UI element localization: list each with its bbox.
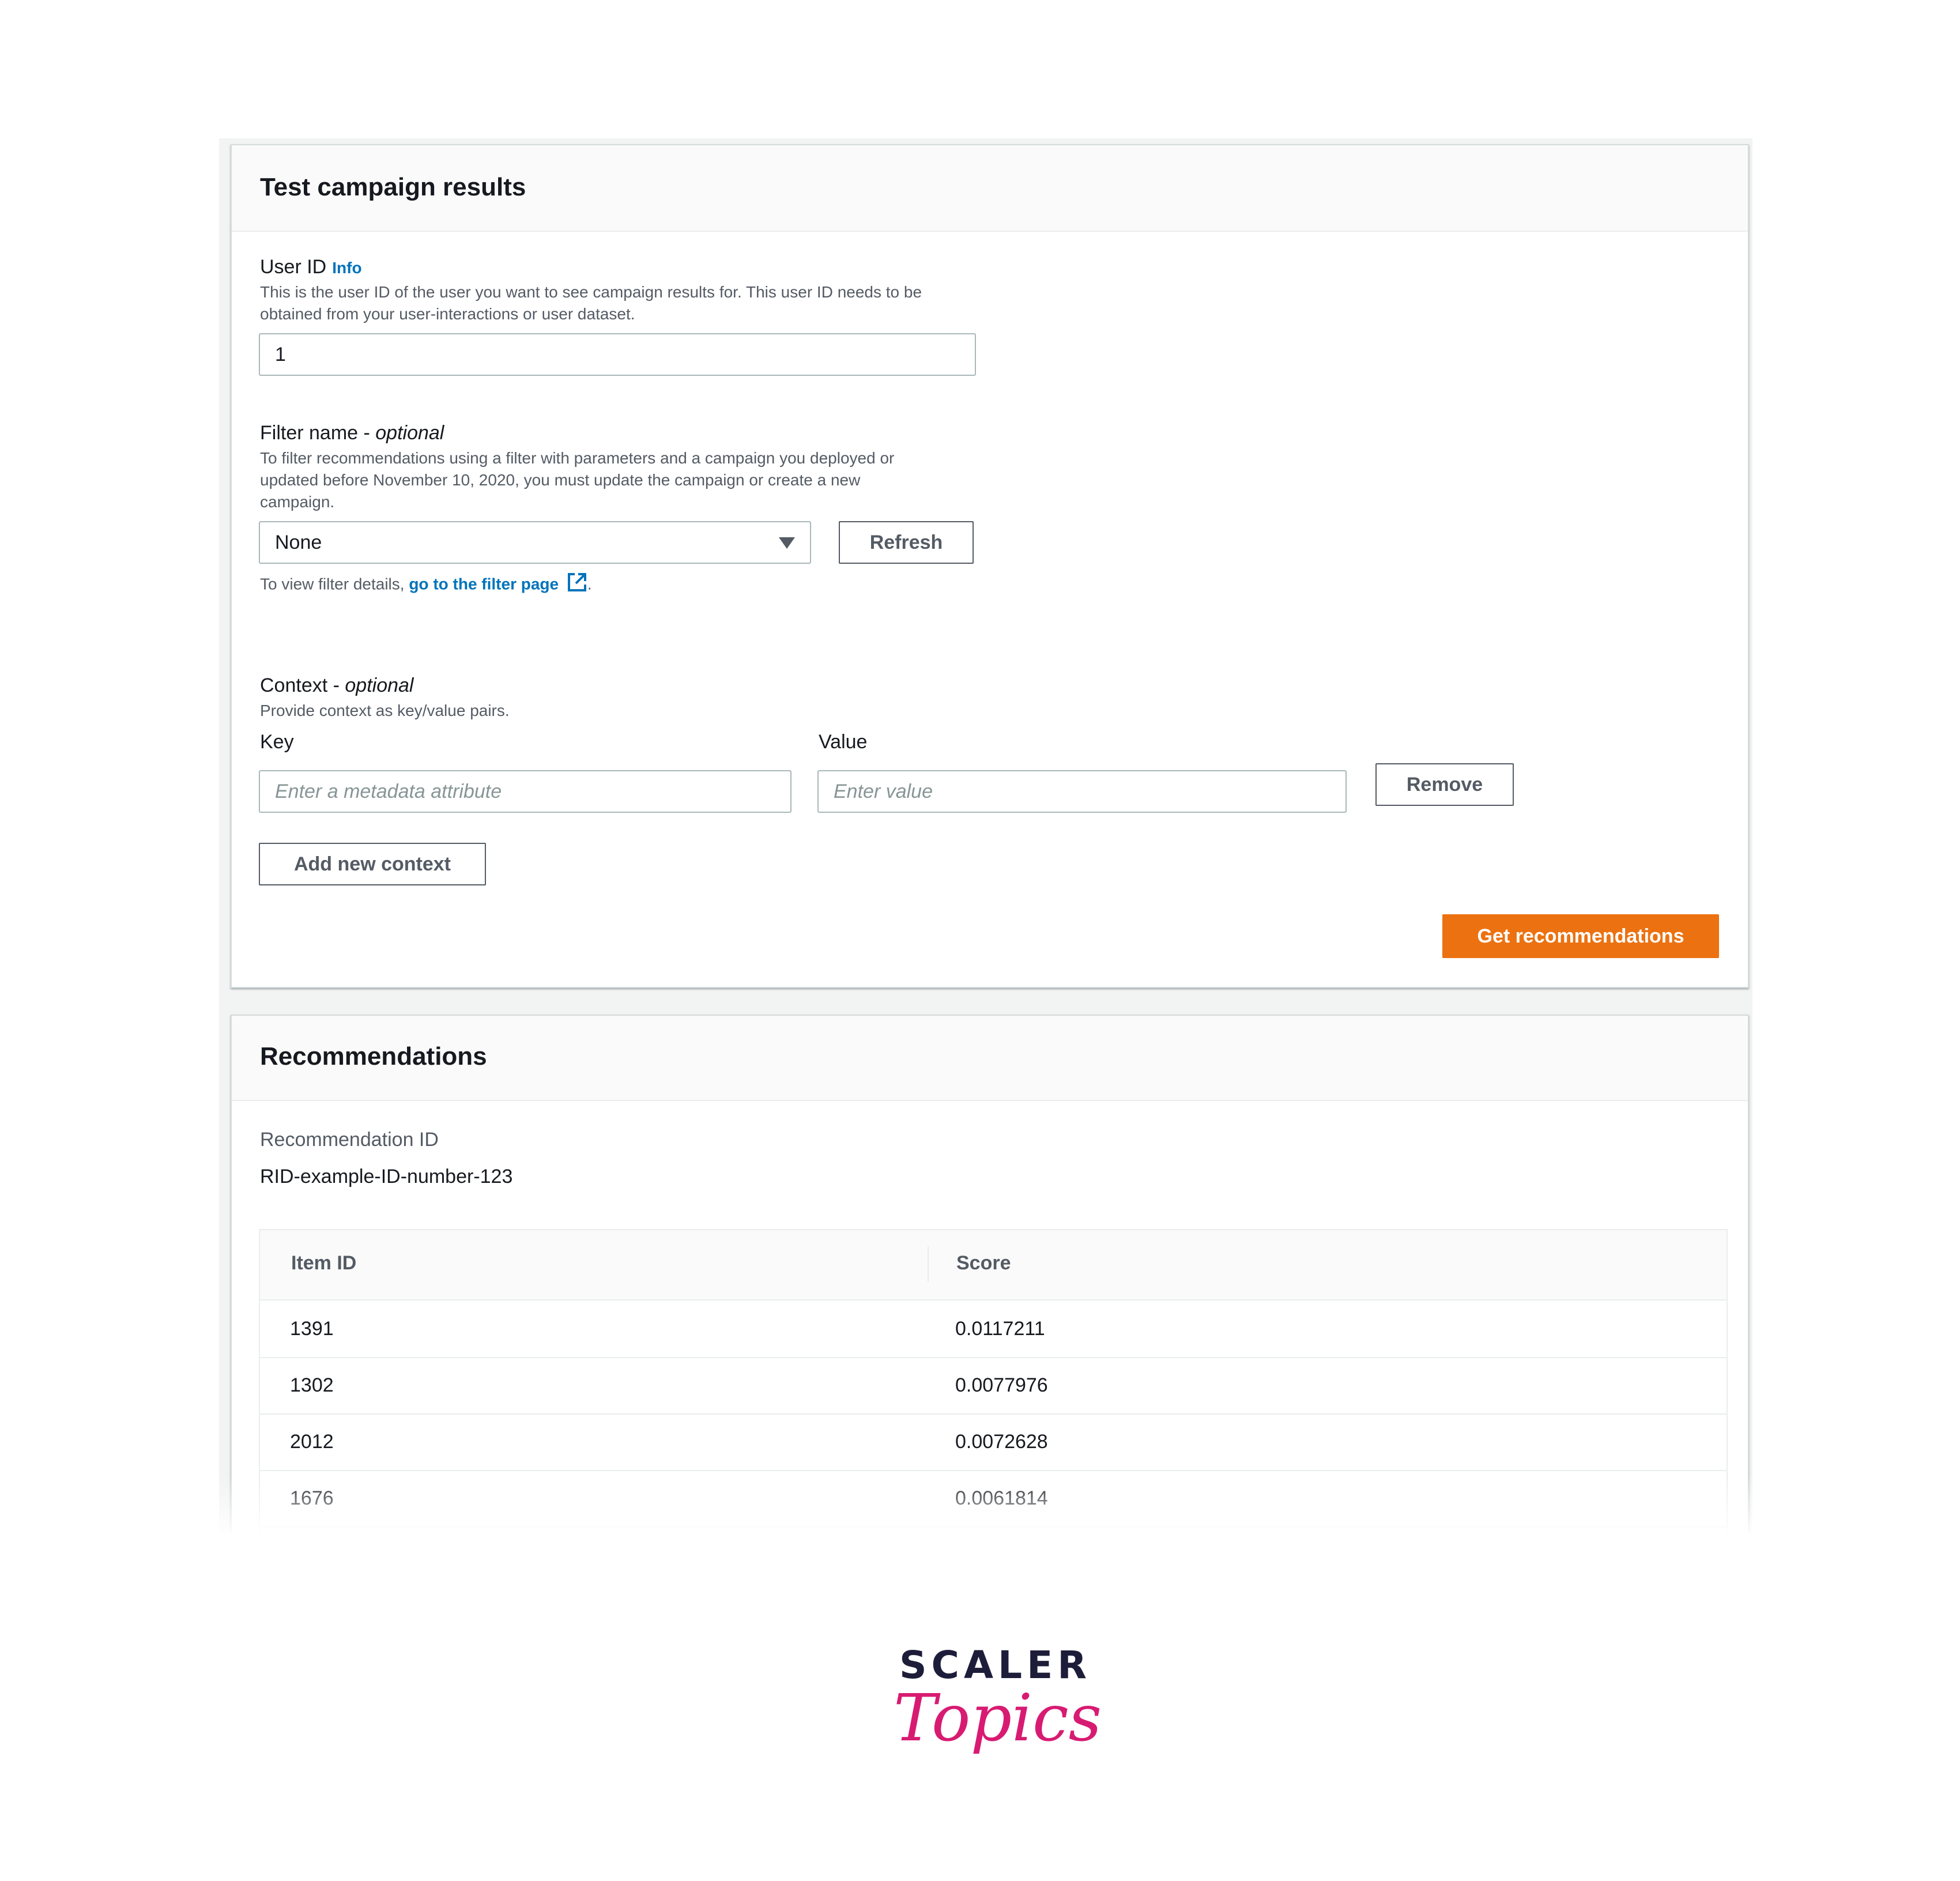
column-header-score[interactable]: Score [956, 1252, 1011, 1275]
recommendations-panel-header: Recommendations [232, 1016, 1748, 1101]
test-campaign-panel: Test campaign results User ID Info This i… [231, 144, 1749, 988]
user-id-label: User ID Info [260, 256, 362, 278]
scaler-topics-logo: SCALER Topics [894, 1643, 1102, 1793]
score-cell: 0.0072628 [955, 1431, 1048, 1453]
filter-details-suffix: . [587, 575, 592, 593]
console-screenshot-frame: Test campaign results User ID Info This i… [219, 138, 1752, 1533]
table-row: 1676 0.0061814 [260, 1470, 1727, 1528]
table-header: Item ID Score [260, 1230, 1727, 1301]
filter-details-text: To view filter details, go to the filter… [260, 572, 592, 598]
filter-page-link[interactable]: go to the filter page [409, 575, 559, 593]
item-id-cell: 1302 [290, 1374, 334, 1396]
context-label: Context - optional [260, 674, 414, 697]
description-line: To filter recommendations using a filter… [260, 449, 895, 467]
user-id-description: This is the user ID of the user you want… [260, 281, 1125, 325]
column-divider [928, 1246, 929, 1282]
filter-details-prefix: To view filter details, [260, 575, 409, 593]
context-description: Provide context as key/value pairs. [260, 702, 510, 719]
recommendations-table: Item ID Score 1391 0.0117211 1302 0.0077… [259, 1229, 1728, 1533]
external-link-icon[interactable] [567, 572, 587, 598]
panel-title: Recommendations [260, 1042, 487, 1070]
table-row: 1302 0.0077976 [260, 1357, 1727, 1415]
optional-tag: optional [375, 422, 444, 444]
item-id-cell: 2012 [290, 1431, 334, 1453]
refresh-button[interactable]: Refresh [839, 521, 974, 564]
add-new-context-button[interactable]: Add new context [259, 843, 486, 885]
context-label-text: Context - [260, 674, 345, 696]
description-line: updated before November 10, 2020, you mu… [260, 471, 861, 489]
value-label: Value [819, 731, 868, 753]
score-cell: 0.0077976 [955, 1374, 1048, 1396]
recommendations-panel: Recommendations Recommendation ID RID-ex… [231, 1015, 1749, 1533]
context-key-input[interactable]: Enter a metadata attribute [259, 770, 791, 813]
filter-name-label: Filter name - optional [260, 422, 444, 444]
description-line: This is the user ID of the user you want… [260, 283, 922, 301]
table-row: 2012 0.0072628 [260, 1413, 1727, 1471]
description-line: obtained from your user-interactions or … [260, 305, 635, 323]
test-campaign-panel-header: Test campaign results [232, 145, 1748, 232]
description-line: campaign. [260, 493, 335, 511]
optional-tag: optional [345, 674, 414, 696]
user-id-label-text: User ID [260, 256, 327, 278]
item-id-cell: 1676 [290, 1487, 334, 1509]
context-value-input[interactable]: Enter value [817, 770, 1347, 813]
table-row: 1391 0.0117211 [260, 1301, 1727, 1358]
panel-title: Test campaign results [260, 173, 526, 201]
item-id-cell: 1391 [290, 1318, 334, 1340]
logo-topics-text: Topics [894, 1681, 1102, 1756]
filter-name-label-text: Filter name - [260, 422, 376, 444]
filter-select[interactable]: None [259, 521, 811, 564]
info-link[interactable]: Info [332, 259, 361, 277]
user-id-input[interactable]: 1 [259, 333, 976, 376]
column-header-item-id[interactable]: Item ID [291, 1252, 356, 1275]
recommendation-id-value: RID-example-ID-number-123 [260, 1166, 513, 1188]
get-recommendations-button[interactable]: Get recommendations [1442, 914, 1719, 958]
key-label: Key [260, 731, 294, 753]
score-cell: 0.0061814 [955, 1487, 1048, 1509]
recommendation-id-label: Recommendation ID [260, 1129, 439, 1151]
caret-down-icon [779, 537, 795, 549]
filter-description: To filter recommendations using a filter… [260, 447, 1125, 513]
filter-select-value: None [275, 531, 322, 553]
remove-button[interactable]: Remove [1375, 763, 1514, 806]
score-cell: 0.0117211 [955, 1318, 1045, 1340]
